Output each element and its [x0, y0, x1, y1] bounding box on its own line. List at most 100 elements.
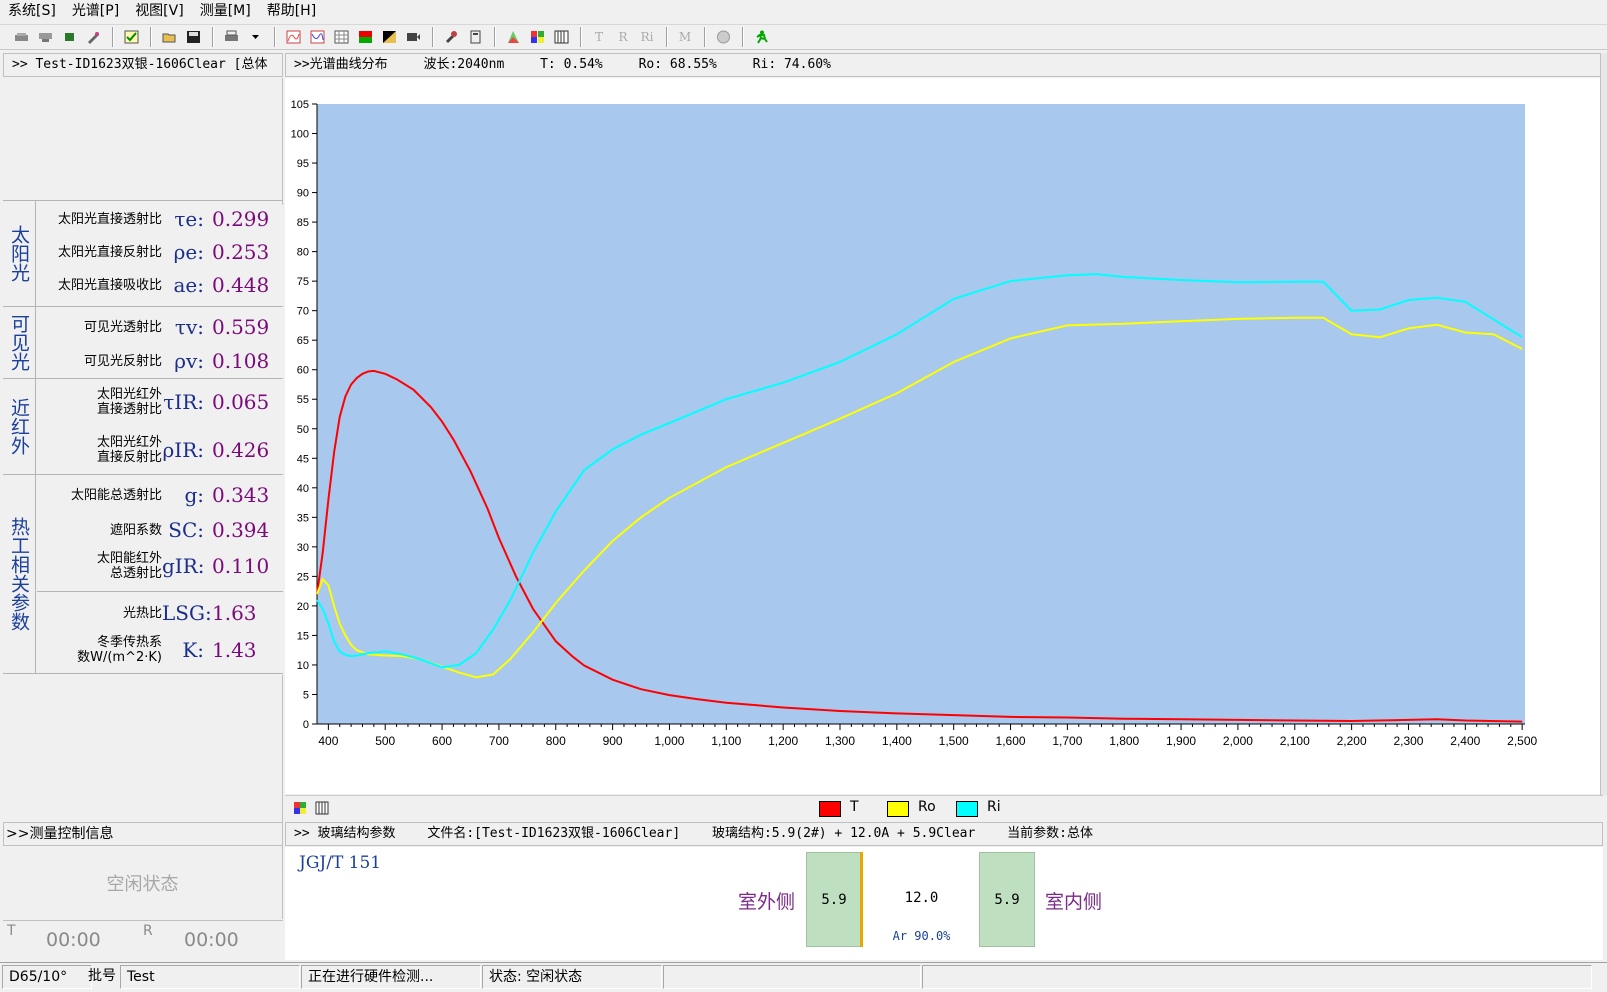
batch-label: 批号	[88, 968, 116, 984]
param-name: 太阳光直接吸收比	[57, 277, 162, 293]
illuminant-status: D65/10°	[2, 965, 92, 989]
outer-pane[interactable]: 5.9	[806, 852, 862, 947]
param-row: 太阳光直接反射比 ρe: 0.253	[37, 240, 283, 264]
color-icon[interactable]	[354, 26, 376, 48]
table-icon[interactable]	[330, 26, 352, 48]
spectrum2-icon[interactable]	[306, 26, 328, 48]
param-name: 可见光透射比	[83, 319, 162, 335]
param-name: 光热比	[122, 605, 162, 621]
x-tick-label: 2,200	[1337, 734, 1367, 748]
legend-label-t: T	[850, 799, 859, 815]
spectrum-chart[interactable]: 0 5 10 15 20 25 30 35 40 45 50 55 60 65 70 75 80 85 90 95 10…	[285, 78, 1603, 794]
thermal-group-label: 热工相关参数	[3, 475, 36, 673]
print-dropdown-icon[interactable]	[244, 26, 266, 48]
x-tick-label: 1,800	[1109, 734, 1139, 748]
param-row: 可见光反射比 ρv: 0.108	[37, 349, 283, 373]
menu-view[interactable]: 视图[V]	[127, 0, 192, 22]
param-name: 太阳光红外 直接透射比	[96, 387, 162, 417]
toolbar-separator	[150, 27, 152, 47]
param-name: 遮阳系数	[109, 522, 162, 538]
param-value: 0.559	[212, 315, 270, 339]
print-icon[interactable]	[220, 26, 242, 48]
standard-label: JGJ/T 151	[299, 853, 382, 873]
vertical-scrollbar[interactable]	[1600, 53, 1607, 795]
y-tick-label: 35	[297, 512, 309, 524]
x-tick-label: 600	[432, 734, 452, 748]
param-symbol: gIR:	[162, 554, 205, 578]
menu-spectrum[interactable]: 光谱[P]	[64, 0, 127, 22]
open-folder-icon[interactable]	[158, 26, 180, 48]
toolbar-separator	[212, 27, 214, 47]
inner-pane[interactable]: 5.9	[979, 852, 1035, 947]
param-row: 太阳光直接透射比 τe: 0.299	[37, 207, 283, 231]
visible-group-label: 可见光	[3, 307, 36, 378]
list-icon[interactable]	[550, 26, 572, 48]
run-icon[interactable]	[750, 26, 772, 48]
toolbar: T R Ri M	[0, 24, 1607, 50]
param-row: 太阳光红外 直接反射比 ρIR: 0.426	[37, 433, 283, 467]
check-icon[interactable]	[120, 26, 142, 48]
glass-header: >> 玻璃结构参数 文件名:[Test-ID1623双银-1606Clear] …	[285, 822, 1603, 846]
film-icon[interactable]	[402, 26, 424, 48]
toolbar-separator	[432, 27, 434, 47]
small-icon[interactable]	[58, 26, 80, 48]
solar-group: 太阳光 太阳光直接透射比 τe: 0.299 太阳光直接反射比 ρe: 0.25…	[3, 200, 283, 306]
param-value: 1.43	[212, 638, 257, 662]
gas-gap[interactable]: 12.0 Ar 90.0%	[860, 852, 980, 947]
device2-icon[interactable]	[34, 26, 56, 48]
R-icon[interactable]: R	[612, 26, 634, 48]
menu-system[interactable]: 系统[S]	[0, 0, 64, 22]
black-icon[interactable]	[378, 26, 400, 48]
toolbar-separator	[666, 27, 668, 47]
param-symbol: LSG:	[162, 601, 212, 625]
menu-measure[interactable]: 测量[M]	[192, 0, 259, 22]
param-name: 冬季传热系 数W/(m^2·K)	[77, 635, 162, 665]
gas-fill: Ar 90.0%	[892, 929, 951, 943]
param-row: 太阳能总透射比 g: 0.343	[37, 483, 283, 507]
bars-icon[interactable]	[315, 801, 329, 819]
color-triangle-icon[interactable]	[502, 26, 524, 48]
r-timer-label: R	[143, 923, 153, 939]
y-tick-label: 30	[297, 542, 309, 554]
calculator-icon[interactable]	[464, 26, 486, 48]
outside-label: 室外侧	[738, 891, 796, 913]
glass-title: >> 玻璃结构参数	[294, 826, 396, 841]
nir-group: 近红外 太阳光红外 直接透射比 τIR: 0.065 太阳光红外 直接反射比 ρIR…	[3, 378, 283, 474]
x-tick-label: 400	[318, 734, 338, 748]
param-row: 太阳能红外 总透射比 gIR: 0.110	[37, 549, 283, 583]
T-icon[interactable]: T	[588, 26, 610, 48]
param-value: 1.63	[212, 601, 257, 625]
y-tick-label: 15	[297, 630, 309, 642]
x-tick-label: 1,400	[882, 734, 912, 748]
wrench-icon[interactable]	[440, 26, 462, 48]
toolbar-separator	[580, 27, 582, 47]
x-tick-label: 2,300	[1393, 734, 1423, 748]
y-tick-label: 50	[297, 424, 309, 436]
y-tick-label: 90	[297, 188, 309, 200]
batch-value: Test	[120, 965, 300, 989]
tools-icon[interactable]	[82, 26, 104, 48]
toolbar-separator	[112, 27, 114, 47]
spectrum-icon[interactable]	[282, 26, 304, 48]
M-icon[interactable]: M	[674, 26, 696, 48]
param-name: 太阳能总透射比	[70, 487, 162, 503]
x-tick-label: 800	[546, 734, 566, 748]
grid-icon[interactable]	[526, 26, 548, 48]
y-tick-label: 45	[297, 453, 309, 465]
help-icon[interactable]	[712, 26, 734, 48]
menu-help[interactable]: 帮助[H]	[259, 0, 324, 22]
t-readout: T: 0.54%	[540, 57, 603, 72]
param-symbol: ρIR:	[162, 438, 204, 462]
save-icon[interactable]	[182, 26, 204, 48]
param-name: 太阳光红外 直接反射比	[96, 435, 162, 465]
y-tick-label: 0	[303, 719, 309, 731]
x-tick-label: 1,200	[768, 734, 798, 748]
ri-readout: Ri: 74.60%	[752, 57, 831, 72]
device-icon[interactable]	[10, 26, 32, 48]
spectrum-chart-area[interactable]: 0 5 10 15 20 25 30 35 40 45 50 55 60 65 70 75 80 85 90 95 10…	[285, 78, 1603, 794]
param-symbol: K:	[182, 638, 204, 662]
param-row: 光热比 LSG: 1.63	[37, 601, 283, 625]
palette-icon[interactable]	[293, 801, 307, 819]
Ri-icon[interactable]: Ri	[636, 26, 658, 48]
param-symbol: g:	[184, 483, 204, 507]
